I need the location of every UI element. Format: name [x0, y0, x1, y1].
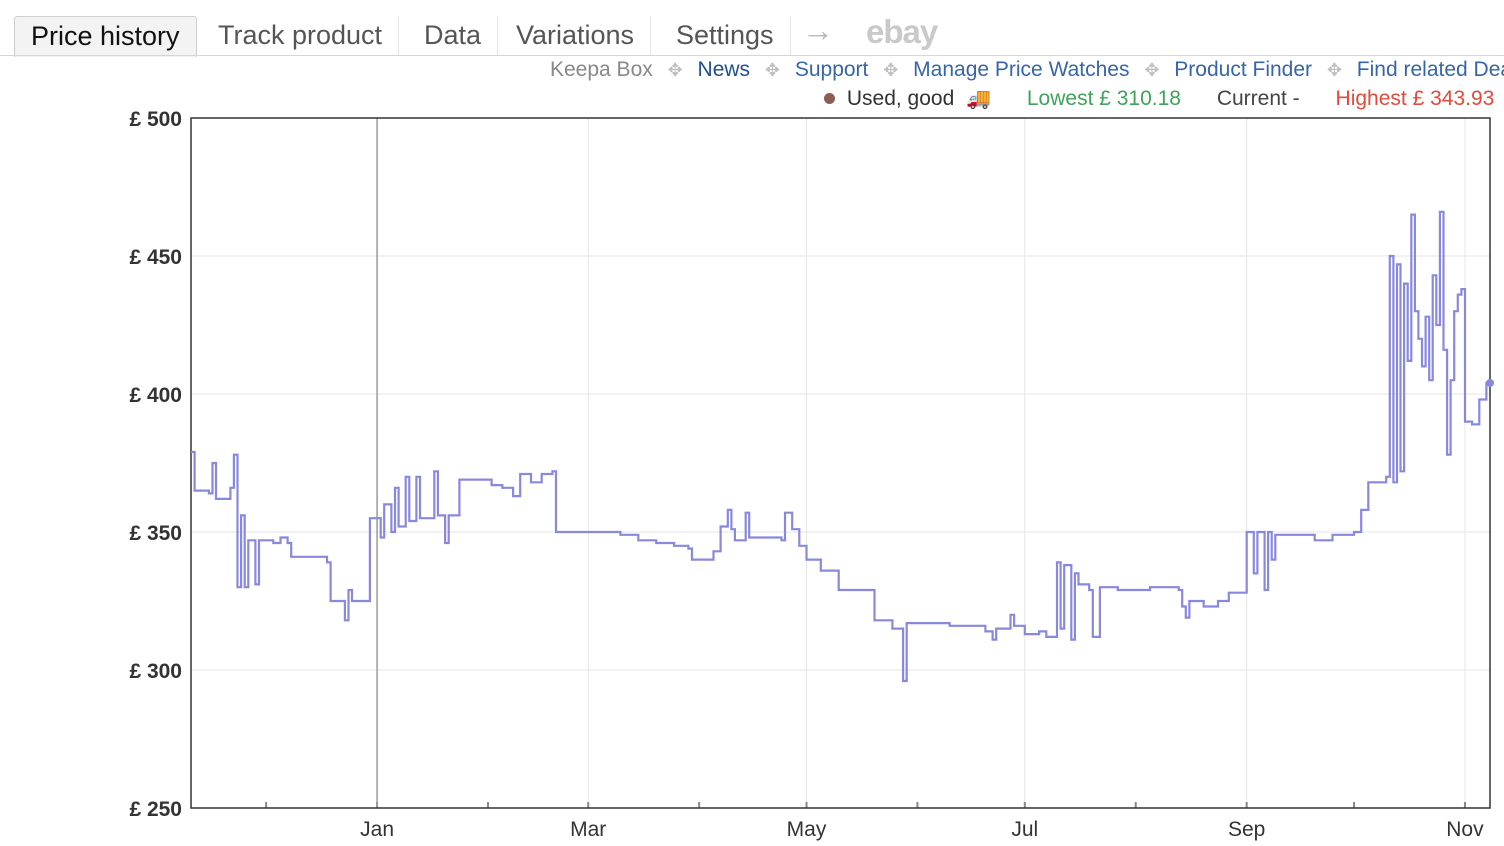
tab-settings[interactable]: Settings [660, 16, 791, 56]
price-history-chart[interactable]: £ 500 £ 450 £ 400 £ 350 £ 300 £ 250 Jan Mar May J… [0, 110, 1504, 846]
separator-icon: ✥ [1326, 59, 1342, 80]
tab-ebay[interactable]: ebay [866, 13, 938, 51]
link-manage-price-watches[interactable]: Manage Price Watches [913, 58, 1129, 82]
separator-icon: ✥ [1144, 59, 1160, 80]
x-tick-label: May [787, 818, 827, 841]
legend-used-good[interactable]: Used, good [847, 87, 954, 111]
tab-track-product[interactable]: Track product [202, 16, 400, 56]
x-tick-label: Sep [1228, 818, 1265, 841]
separator-icon: ✥ [764, 59, 780, 80]
price-series-line[interactable] [191, 210, 1490, 683]
y-tick-label: £ 350 [129, 522, 182, 545]
series-end-point[interactable] [1486, 378, 1494, 387]
x-tick-label: Jul [1011, 818, 1038, 841]
arrow-right-icon: → [802, 12, 834, 48]
link-find-related-deals[interactable]: Find related Dea [1357, 58, 1504, 82]
link-product-finder[interactable]: Product Finder [1174, 58, 1312, 82]
legend-highest: Highest £ 343.93 [1335, 86, 1495, 110]
x-tick-label: Jan [360, 818, 394, 841]
x-tick-label: Mar [570, 818, 606, 841]
link-news[interactable]: News [698, 58, 751, 82]
links-row: Keepa Box ✥ News ✥ Support ✥ Manage Pric… [550, 58, 1504, 86]
tab-bar: Price history Track product Data Variati… [0, 0, 1504, 57]
y-tick-label: £ 300 [129, 660, 182, 683]
legend-current: Current - [1216, 86, 1300, 110]
tab-price-history[interactable]: Price history [14, 16, 197, 57]
tab-underline [0, 55, 1504, 56]
truck-icon: 🚚 [966, 88, 992, 110]
y-tick-label: £ 400 [129, 384, 182, 407]
tab-data[interactable]: Data [408, 16, 499, 56]
separator-icon: ✥ [667, 59, 683, 80]
legend-lowest: Lowest £ 310.18 [1026, 86, 1181, 110]
x-tick-label: Nov [1446, 818, 1484, 841]
separator-icon: ✥ [883, 59, 899, 80]
link-keepa-box[interactable]: Keepa Box [550, 58, 653, 82]
series-dot-icon [824, 93, 835, 104]
link-support[interactable]: Support [795, 58, 869, 82]
y-tick-label: £ 500 [129, 110, 182, 131]
y-tick-label: £ 250 [129, 798, 182, 821]
tab-variations[interactable]: Variations [500, 16, 652, 56]
y-tick-label: £ 450 [129, 246, 182, 269]
plot-frame [190, 117, 1491, 809]
